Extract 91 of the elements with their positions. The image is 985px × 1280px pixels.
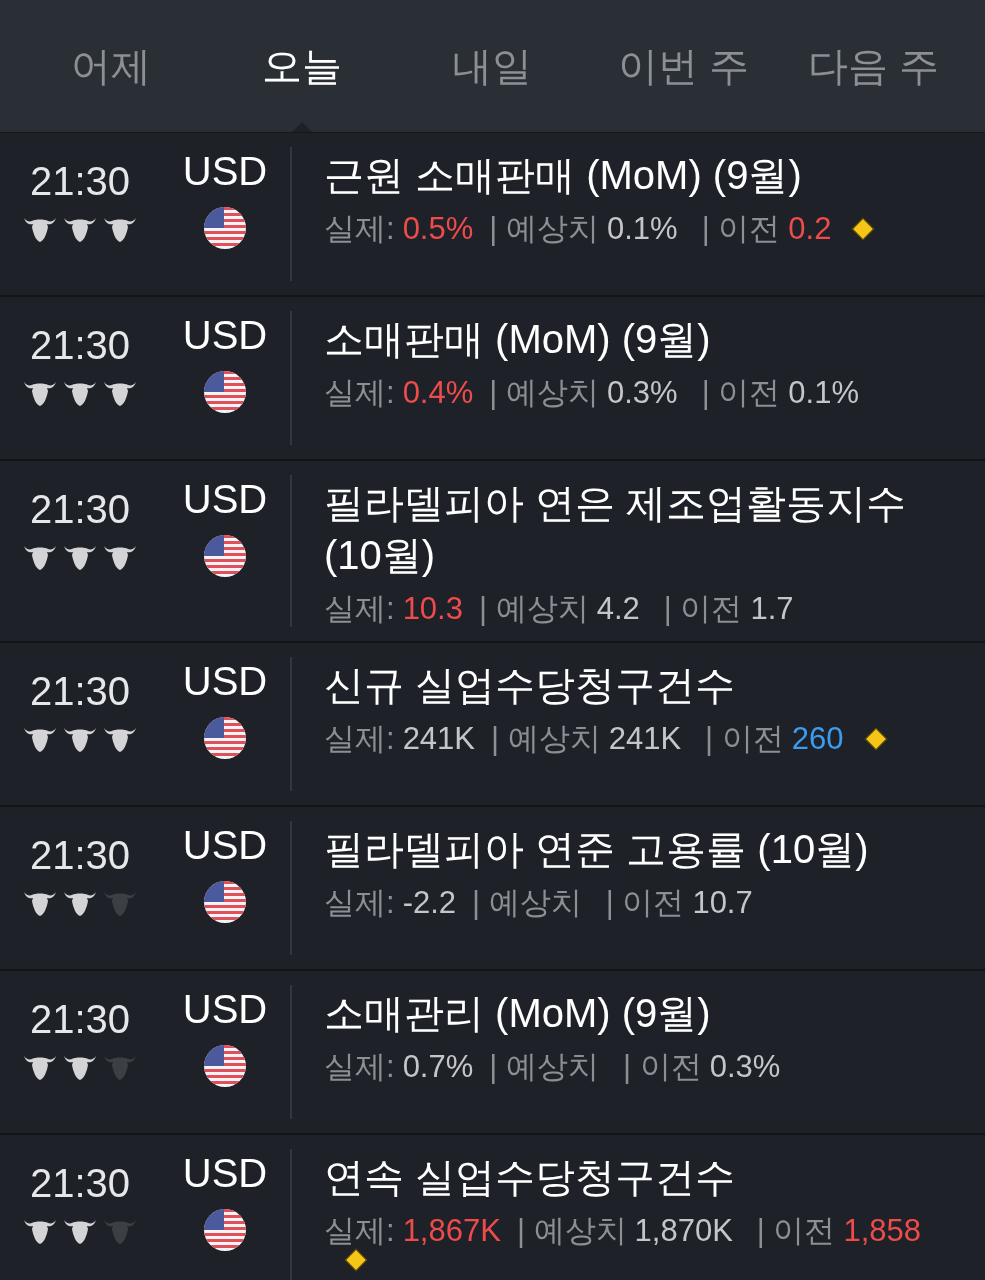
event-title: 근원 소매판매 (MoM) (9월)	[324, 152, 803, 199]
value-text: 1.7	[750, 590, 794, 628]
bull-icon	[23, 1217, 57, 1246]
forecast-label: | 예상치	[478, 590, 589, 628]
actual-label: 실제:	[324, 884, 395, 923]
previous-label: | 이전	[663, 590, 743, 628]
value-text: 10.7	[692, 884, 753, 923]
value-text: 0.3%	[606, 374, 678, 412]
actual-label: 실제:	[324, 210, 395, 248]
previous-label: | 이전	[701, 210, 781, 248]
event-time: 21:30	[29, 999, 131, 1040]
value-text: 260	[791, 720, 844, 759]
bull-icon	[23, 1053, 57, 1082]
event-time: 21:30	[29, 489, 131, 529]
us-flag-icon	[204, 717, 246, 760]
bull-icon	[63, 215, 97, 243]
bull-icon	[63, 1217, 97, 1246]
bull-icon	[23, 725, 57, 754]
event-title: 필라델피아 연준 고용률 (10월)	[324, 826, 870, 874]
event-title: 신규 실업수당청구건수	[324, 662, 737, 710]
actual-label: 실제:	[324, 374, 395, 412]
currency-code: USD	[182, 825, 268, 866]
bull-icon	[63, 379, 97, 407]
value-text: 0.5%	[402, 210, 474, 248]
value-text: 0.3%	[709, 1048, 781, 1087]
value-text: 0.2	[788, 210, 832, 248]
forecast-label: | 예상치	[472, 884, 582, 923]
currency-code: USD	[182, 315, 268, 355]
value-text: -2.2	[402, 884, 457, 923]
forecast-label: | 예상치	[516, 1212, 627, 1251]
currency-code: USD	[182, 989, 268, 1030]
event-time: 21:30	[29, 325, 131, 365]
us-flag-icon	[204, 535, 246, 577]
us-flag-icon	[204, 207, 246, 249]
actual-label: 실제:	[324, 720, 395, 759]
previous-label: | 이전	[605, 884, 685, 923]
value-text: 0.4%	[402, 374, 474, 412]
day-tab[interactable]: 내일	[397, 0, 588, 132]
day-tab[interactable]: 이번 주	[587, 0, 779, 132]
us-flag-icon	[204, 371, 246, 413]
bull-icon	[63, 889, 97, 918]
event-time: 21:30	[29, 1163, 131, 1204]
bull-icon	[23, 379, 57, 407]
forecast-label: | 예상치	[489, 210, 599, 248]
bull-icon	[63, 543, 97, 571]
previous-label: | 이전	[622, 1048, 702, 1087]
bull-icon	[23, 543, 57, 571]
day-tab[interactable]: 어제	[16, 0, 207, 132]
bull-icon	[23, 889, 57, 918]
us-flag-icon	[204, 1209, 246, 1252]
forecast-label: | 예상치	[491, 720, 601, 759]
day-tab[interactable]: 다음 주	[778, 0, 969, 132]
actual-label: 실제:	[324, 1212, 395, 1251]
actual-label: 실제:	[324, 1048, 395, 1087]
bull-icon	[63, 1053, 97, 1082]
value-text: 241K	[402, 720, 476, 759]
bull-icon	[103, 543, 137, 571]
value-text: 241K	[608, 720, 682, 759]
forecast-label: | 예상치	[489, 374, 599, 412]
event-title: 필라델피아 연은 제조업활동지수 (10월)	[324, 480, 908, 579]
event-title: 연속 실업수당청구건수	[324, 1154, 737, 1202]
value-text: 1,870K	[634, 1212, 733, 1251]
actual-label: 실제:	[324, 590, 395, 628]
previous-label: | 이전	[701, 374, 781, 412]
bull-icon	[63, 725, 97, 754]
previous-label: | 이전	[756, 1212, 836, 1251]
event-time: 21:30	[29, 835, 131, 876]
bull-icon	[103, 725, 137, 754]
value-text: 0.1%	[606, 210, 678, 248]
event-time: 21:30	[29, 161, 131, 201]
us-flag-icon	[204, 1045, 246, 1088]
bull-icon	[23, 215, 57, 243]
currency-code: USD	[182, 661, 268, 702]
currency-code: USD	[182, 479, 268, 519]
us-flag-icon	[204, 881, 246, 924]
currency-code: USD	[182, 151, 268, 191]
value-text: 0.1%	[788, 374, 859, 412]
currency-code: USD	[182, 1153, 268, 1194]
value-text: 10.3	[402, 590, 463, 628]
event-title: 소매판매 (MoM) (9월)	[324, 316, 712, 363]
event-title: 소매관리 (MoM) (9월)	[324, 990, 712, 1038]
value-text: 0.7%	[402, 1048, 474, 1087]
event-time: 21:30	[29, 671, 131, 712]
bull-icon	[103, 215, 137, 243]
value-text: 4.2	[596, 590, 640, 628]
day-tab[interactable]: 오늘	[206, 0, 398, 132]
value-text: 1,867K	[402, 1212, 501, 1251]
value-text: 1,858	[843, 1212, 922, 1251]
bull-icon	[103, 379, 137, 407]
forecast-label: | 예상치	[489, 1048, 599, 1087]
previous-label: | 이전	[705, 720, 784, 759]
